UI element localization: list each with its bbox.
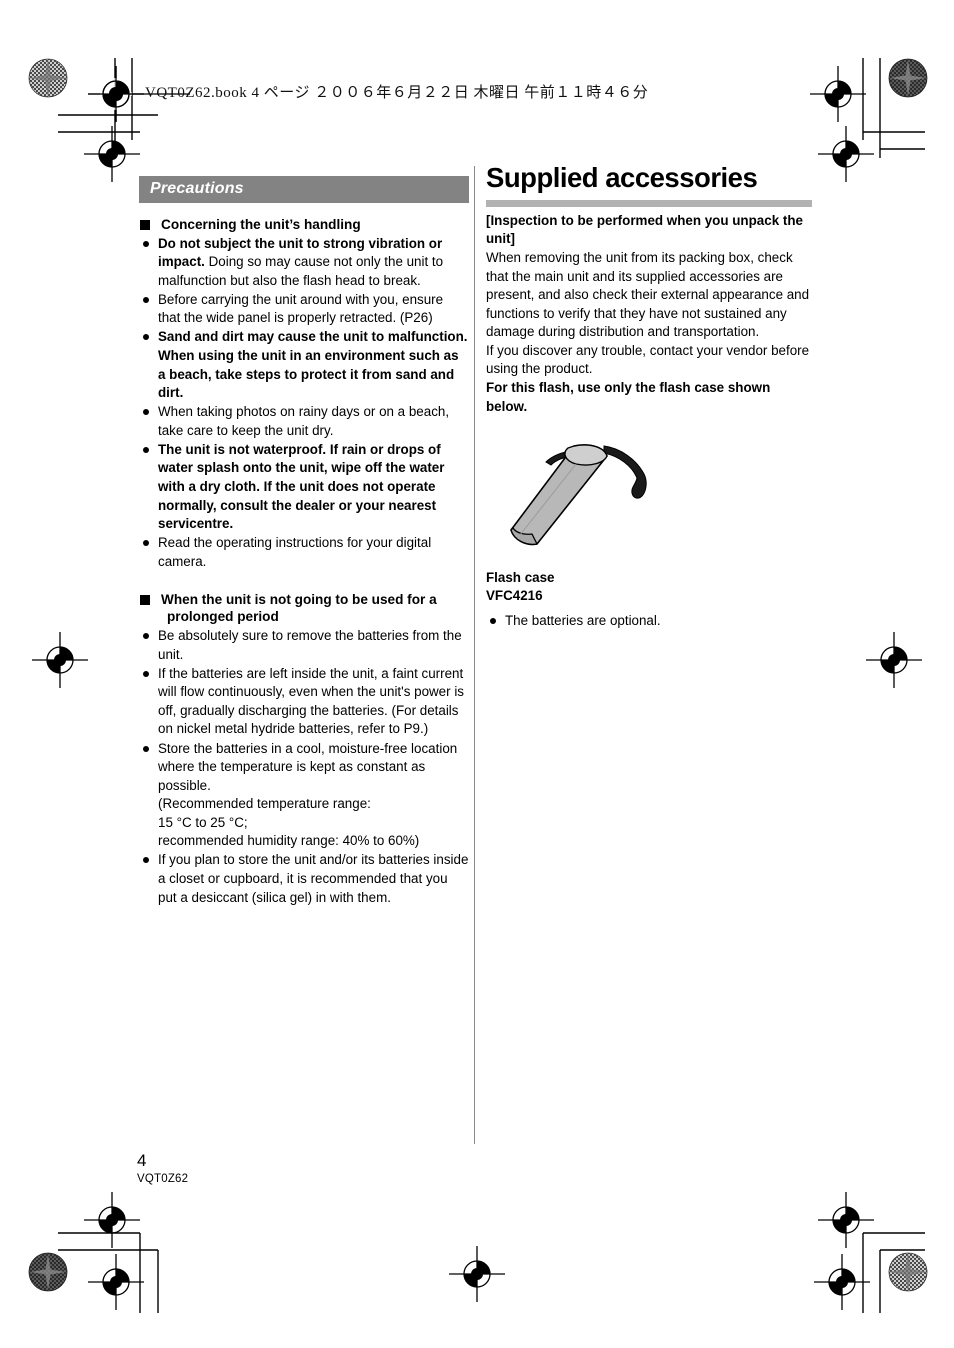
list-item: Store the batteries in a cool, moisture-… [139, 740, 469, 851]
crosshair-mark-bottom-center [449, 1246, 505, 1302]
crosshair-mark-lower-left-upper [84, 1192, 140, 1248]
crosshair-mark-middle-left [32, 632, 88, 688]
heading-line-1: When the unit is not going to be used fo… [161, 591, 437, 607]
crop-marks-bottom-right [862, 1232, 925, 1313]
page-number: 4 [137, 1151, 147, 1170]
caption-line-1: Flash case [486, 570, 555, 586]
list-item: Be absolutely sure to remove the batteri… [139, 627, 469, 664]
star-target-mark-top-right [888, 58, 928, 98]
crosshair-mark-upper-left-lower [84, 126, 140, 182]
crosshair-mark-bottom-left [88, 1254, 144, 1310]
caption-line-2: VFC4216 [486, 587, 543, 603]
left-column: Precautions Concerning the unit’s handli… [139, 176, 469, 908]
inspection-paragraph-2: If you discover any trouble, contact you… [486, 342, 810, 377]
section-bar-precautions: Precautions [139, 176, 469, 203]
crosshair-mark-top-left [88, 66, 144, 122]
crosshair-mark-upper-right-lower [818, 126, 874, 182]
storage-note-line-3: recommended humidity range: 40% to 60%) [158, 833, 420, 849]
page-title: Supplied accessories [486, 162, 758, 193]
storage-note-line-1: (Recommended temperature range: [158, 796, 371, 812]
crop-marks-top-right [862, 58, 925, 158]
list-item: If the batteries are left inside the uni… [139, 665, 469, 739]
flash-case-notice: For this flash, use only the flash case … [486, 379, 771, 414]
crop-marks-bottom-left [58, 1232, 159, 1313]
list-item: Before carrying the unit around with you… [139, 291, 469, 328]
list-item: The batteries are optional. [486, 612, 812, 631]
manual-code: VQT0Z62 [137, 1173, 189, 1185]
figure-caption: Flash case VFC4216 [486, 569, 812, 605]
inspection-paragraph-1: When removing the unit from its packing … [486, 250, 810, 340]
inspection-heading: [Inspection to be performed when you unp… [486, 212, 803, 247]
crosshair-mark-top-right [810, 66, 866, 122]
title-underline-rule [486, 199, 812, 207]
list-item: Sand and dirt may cause the unit to malf… [139, 328, 469, 402]
star-target-mark-bottom-left [28, 1252, 68, 1292]
flash-case-illustration [510, 444, 647, 546]
file-header-line: VQT0Z62.book 4 ページ ２００６年６月２２日 木曜日 午前１１時４… [145, 85, 649, 101]
crosshair-dot-top-left [88, 66, 144, 122]
column-divider [474, 166, 475, 1144]
heading-line-2: prolonged period [167, 609, 279, 625]
heading-prolonged-period: When the unit is not going to be used fo… [139, 591, 469, 626]
crop-marks-top-left [58, 58, 158, 158]
storage-note-line-2: 15 °C to 25 °C; [158, 814, 248, 830]
list-item: Read the operating instructions for your… [139, 534, 469, 571]
star-target-mark-bottom-right [888, 1252, 928, 1292]
list-item: Do not subject the unit to strong vibrat… [139, 235, 469, 291]
heading-concerning-unit-handling: Concerning the unit’s handling [139, 216, 469, 234]
precautions-storage-list: Be absolutely sure to remove the batteri… [139, 627, 469, 907]
list-item: If you plan to store the unit and/or its… [139, 851, 469, 907]
precautions-handling-list: Do not subject the unit to strong vibrat… [139, 235, 469, 572]
list-item: The unit is not waterproof. If rain or d… [139, 441, 469, 534]
page-footer: 4 VQT0Z62 [137, 1152, 188, 1185]
list-item-text: Store the batteries in a cool, moisture-… [158, 740, 458, 793]
crosshair-mark-bottom-right [814, 1254, 870, 1310]
right-column: Supplied accessories [Inspection to be p… [486, 162, 812, 631]
battery-note-list: The batteries are optional. [486, 612, 812, 631]
crosshair-mark-middle-right [866, 632, 922, 688]
crosshair-mark-lower-right-upper [818, 1192, 874, 1248]
star-target-mark-top-left [28, 58, 68, 98]
list-item: When taking photos on rainy days or on a… [139, 403, 469, 440]
